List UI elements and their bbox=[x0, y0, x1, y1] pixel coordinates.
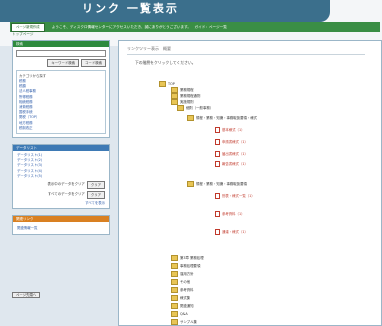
search-input[interactable] bbox=[16, 50, 106, 57]
clear-current-label: 表示中のデータをクリア bbox=[47, 182, 85, 187]
clear-current-button[interactable]: クリア bbox=[86, 181, 105, 190]
tree-node[interactable]: 規程・業務・知識・事務取扱要領・様式 bbox=[187, 115, 257, 121]
folder-icon bbox=[171, 287, 178, 293]
tree-node-label: 事務処理要領 bbox=[180, 264, 201, 268]
tree-node[interactable]: 関連通知 bbox=[171, 303, 194, 309]
folder-icon bbox=[171, 255, 178, 261]
search-heading: 検索 bbox=[13, 41, 109, 47]
show-all-link[interactable]: すべてを表示 bbox=[85, 201, 105, 205]
tree-node[interactable]: サンプル集 bbox=[171, 319, 197, 325]
home-button[interactable]: ページ新規作成 bbox=[11, 22, 45, 32]
tree-node-label: 報告書様式（1） bbox=[222, 162, 248, 166]
tree-node-label: 実施規則 bbox=[180, 100, 194, 104]
category-list-title: カテゴリから探す bbox=[19, 74, 47, 78]
related-box: 関連リンク 関連情報一覧 bbox=[12, 215, 110, 236]
folder-icon bbox=[171, 311, 178, 317]
tree-node-label: 細則（一般事務） bbox=[186, 106, 214, 110]
document-icon bbox=[215, 161, 220, 167]
tree-node[interactable]: 申請書様式（1） bbox=[215, 139, 248, 145]
tree-node-label: サンプル集 bbox=[180, 320, 197, 324]
tree-node-label: 規程・業務・知識・事務取扱要領・様式 bbox=[196, 116, 258, 120]
document-icon bbox=[215, 151, 220, 157]
tree-node-label: 関連通知 bbox=[180, 304, 194, 308]
nav-strip: ページ新規作成 ようこそ、ディスクロ情報センターにアクセスいただき、誠にありがと… bbox=[10, 22, 380, 32]
clear-all-label: すべてのデータをクリア bbox=[47, 192, 85, 197]
sidebar: 検索 キーワード検索 コード検索 カテゴリから探す 税務 税額 法人税事務 所得… bbox=[12, 40, 110, 241]
tree-node[interactable]: 別表・様式一覧（1） bbox=[215, 193, 255, 199]
tree-node-label: Q&A bbox=[180, 312, 188, 316]
tree-node-label: 業務規程 bbox=[180, 88, 194, 92]
tree-node-label: その他 bbox=[180, 280, 191, 284]
tree-node[interactable]: Q&A bbox=[171, 311, 188, 317]
folder-icon bbox=[171, 303, 178, 309]
tree-node[interactable]: 細則（一般事務） bbox=[177, 105, 213, 111]
tree-node-label: 別表・様式一覧（1） bbox=[222, 194, 255, 198]
tree-node[interactable]: 運用方針 bbox=[171, 271, 194, 277]
tree-node[interactable]: その他 bbox=[171, 279, 190, 285]
clear-all-button[interactable]: クリア bbox=[86, 191, 105, 200]
category-item[interactable]: 税制改正 bbox=[19, 126, 103, 131]
tree-node-label: 規程・業務・知識・事務取扱要領 bbox=[196, 182, 247, 186]
tree-node[interactable]: 参考資料（1） bbox=[215, 211, 245, 217]
tree-node[interactable]: 参考資料 bbox=[171, 287, 194, 293]
datalist-item[interactable]: データリスト(5) bbox=[17, 174, 105, 179]
keyword-search-button[interactable]: キーワード検索 bbox=[47, 59, 80, 67]
tree-node[interactable]: 様式集 bbox=[171, 295, 190, 301]
tree-node-label: 運用方針 bbox=[180, 272, 194, 276]
tree-node[interactable]: 基本様式（1） bbox=[215, 127, 245, 133]
folder-icon bbox=[171, 319, 178, 325]
page-title: リンク 一覧表示 bbox=[0, 0, 330, 22]
main-panel: リンクツリー表示 概要 下の階層をクリックしてください。 TOP 業務規程業務規程… bbox=[118, 40, 382, 326]
document-icon bbox=[215, 127, 220, 133]
tree-node-label: 業務規程通則 bbox=[180, 94, 201, 98]
tree-node-label: 通達・様式（1） bbox=[222, 230, 248, 234]
folder-icon bbox=[171, 271, 178, 277]
document-icon bbox=[215, 229, 220, 235]
welcome-text: ようこそ、ディスクロ情報センターにアクセスいただき、誠にありがとうございます。 … bbox=[51, 25, 227, 29]
folder-icon bbox=[187, 181, 194, 187]
tree-node-label: 様式集 bbox=[180, 296, 191, 300]
document-icon bbox=[215, 193, 220, 199]
folder-icon bbox=[159, 81, 166, 87]
tree-node-label: 参考資料 bbox=[180, 288, 194, 292]
tree-node[interactable]: 報告書様式（1） bbox=[215, 161, 248, 167]
folder-icon bbox=[177, 105, 184, 111]
breadcrumb[interactable]: トップページ bbox=[12, 32, 34, 37]
tree-node-label: TOP bbox=[168, 82, 175, 86]
tree-node-label: 申請書様式（1） bbox=[222, 140, 248, 144]
folder-icon bbox=[171, 295, 178, 301]
tree-node-label: 届出書様式（1） bbox=[222, 152, 248, 156]
datalist-box: データリスト データリスト(1) データリスト(2) データリスト(3) データ… bbox=[12, 144, 110, 210]
tree-node-label: 基本様式（1） bbox=[222, 128, 245, 132]
search-box: 検索 キーワード検索 コード検索 カテゴリから探す 税務 税額 法人税事務 所得… bbox=[12, 40, 110, 139]
tree-node-label: 第3章 業務処理 bbox=[180, 256, 204, 260]
folder-icon bbox=[171, 279, 178, 285]
tree-node[interactable]: 事務処理要領 bbox=[171, 263, 200, 269]
tree-node-label: 参考資料（1） bbox=[222, 212, 245, 216]
folder-icon bbox=[187, 115, 194, 121]
back-to-top-button[interactable]: ページ先頭へ bbox=[12, 292, 41, 298]
tree-node[interactable]: 第3章 業務処理 bbox=[171, 255, 204, 261]
related-link[interactable]: 関連情報一覧 bbox=[17, 226, 37, 230]
document-icon bbox=[215, 211, 220, 217]
code-search-button[interactable]: コード検索 bbox=[81, 59, 106, 67]
tree-node[interactable]: 規程・業務・知識・事務取扱要領 bbox=[187, 181, 247, 187]
main-title: リンクツリー表示 概要 bbox=[127, 46, 365, 55]
document-icon bbox=[215, 139, 220, 145]
folder-icon bbox=[171, 263, 178, 269]
main-description: 下の階層をクリックしてください。 bbox=[135, 60, 196, 65]
category-list: カテゴリから探す 税務 税額 法人税事務 所得税務 相続税務 消費税務 国税手続… bbox=[16, 70, 106, 135]
tree-node[interactable]: 通達・様式（1） bbox=[215, 229, 248, 235]
tree-node[interactable]: 届出書様式（1） bbox=[215, 151, 248, 157]
